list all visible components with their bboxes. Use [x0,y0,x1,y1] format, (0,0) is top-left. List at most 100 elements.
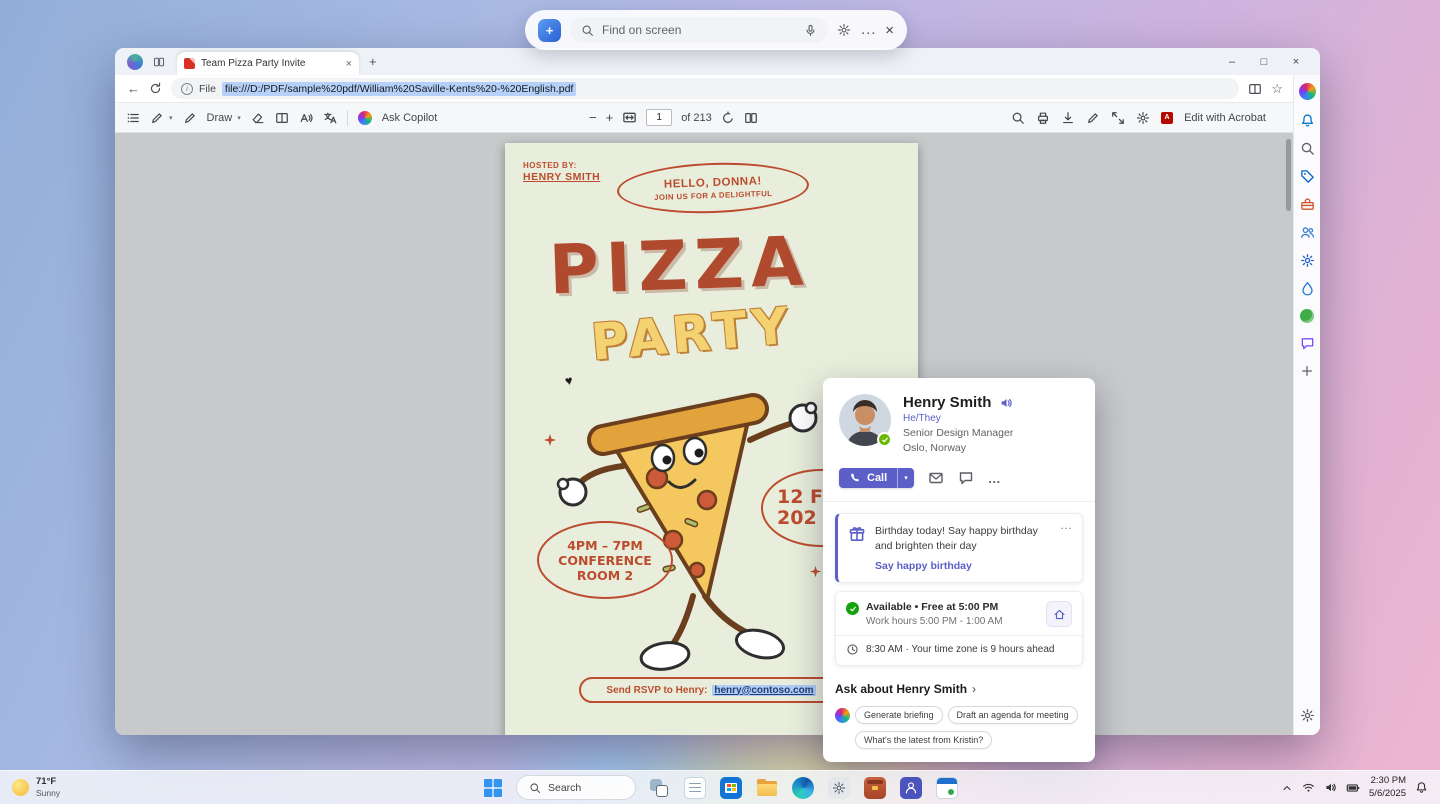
profile-identity: Henry Smith He/They Senior Design Manage… [903,394,1013,454]
eraser-icon[interactable] [251,111,265,125]
droplet-icon[interactable] [1300,281,1315,296]
messenger-icon[interactable] [1300,336,1315,351]
call-button[interactable]: Call [839,468,898,488]
start-button[interactable] [480,775,506,801]
add-sidebar-item-icon[interactable] [1300,364,1314,378]
pen-tool-icon[interactable] [150,111,164,125]
favorites-star-icon[interactable]: ☆ [1271,81,1283,97]
weather-widget[interactable]: 71°F Sunny [12,776,60,799]
sidebar-copilot-icon[interactable] [1298,83,1316,100]
zoom-out-icon[interactable]: − [589,110,597,125]
notifications-bell-icon[interactable] [1300,113,1315,128]
chat-icon[interactable] [958,470,974,486]
task-view-button[interactable] [646,775,672,801]
pronounce-name-speaker-icon[interactable] [999,396,1013,410]
notepad-button[interactable] [682,775,708,801]
search-document-icon[interactable] [1011,111,1025,125]
poster-time-badge: 4PM – 7PM CONFERENCE ROOM 2 [537,521,673,599]
page-layout-icon[interactable] [275,111,289,125]
zoom-in-icon[interactable]: + [606,110,614,125]
people-icon[interactable] [1300,225,1315,240]
shopping-tag-icon[interactable] [1300,169,1315,184]
fullscreen-icon[interactable] [1111,111,1125,125]
suggestion-chip-latest-from-kristin[interactable]: What's the latest from Kristin? [855,731,993,750]
ask-about-header[interactable]: Ask about Henry Smith › [835,682,1083,696]
microphone-icon[interactable] [804,24,817,37]
clock-time: 2:30 PM [1370,775,1406,787]
save-icon[interactable] [1061,111,1075,125]
call-label: Call [867,472,888,484]
battery-icon[interactable] [1346,781,1360,795]
minimize-button[interactable]: – [1216,48,1248,75]
call-options-icon[interactable]: ▾ [897,468,914,488]
close-window-button[interactable]: × [1280,48,1312,75]
notification-bell-icon[interactable] [1415,781,1428,794]
new-tab-button[interactable]: + [369,54,377,69]
draw-button[interactable]: Draw [207,112,233,124]
split-screen-icon[interactable] [1248,82,1262,96]
table-of-contents-icon[interactable] [126,111,140,125]
email-icon[interactable] [928,470,944,486]
edge-button[interactable] [790,775,816,801]
read-aloud-icon[interactable] [299,111,313,125]
url-text[interactable]: file:///D:/PDF/sample%20pdf/William%20Sa… [221,81,577,96]
url-field[interactable]: i File file:///D:/PDF/sample%20pdf/Willi… [171,78,1240,99]
store-button[interactable] [718,775,744,801]
refresh-icon[interactable] [149,82,162,95]
avatar[interactable] [839,394,892,447]
sidebar-settings-gear-icon[interactable] [1300,708,1315,723]
translate-icon[interactable] [323,111,337,125]
browser-profile-avatar[interactable] [127,53,143,70]
tray-chevron-up-icon[interactable] [1281,782,1293,794]
profile-more-icon[interactable]: … [988,471,1002,486]
toolbar-divider [346,109,348,126]
draw-dropdown-icon[interactable]: ▾ [237,114,241,122]
tab-close-icon[interactable]: × [346,58,352,70]
page-view-icon[interactable] [744,111,758,125]
find-close-icon[interactable]: × [885,22,894,39]
copilot-icon[interactable] [357,110,372,125]
taskbar-search-box[interactable]: Search [516,775,636,800]
rsvp-email-link[interactable]: henry@contoso.com [712,684,816,696]
work-from-home-button[interactable] [1046,601,1072,628]
find-on-screen-input[interactable]: Find on screen [570,17,829,43]
find-settings-gear-icon[interactable] [837,23,851,37]
annotate-icon[interactable] [1086,111,1100,125]
pdf-scrollbar[interactable] [1286,139,1291,211]
sidebar-search-icon[interactable] [1300,141,1315,156]
suggestion-chip-draft-agenda[interactable]: Draft an agenda for meeting [947,706,1078,725]
green-circle-icon[interactable] [1300,309,1314,323]
tools-toolbox-icon[interactable] [1300,197,1315,212]
rotate-icon[interactable] [721,111,735,125]
ask-copilot-button[interactable]: Ask Copilot [382,112,438,124]
calendar-button[interactable] [934,775,960,801]
maximize-button[interactable]: □ [1248,48,1280,75]
back-button[interactable]: ← [127,82,140,95]
highlighter-icon[interactable] [183,111,197,125]
file-explorer-button[interactable] [754,775,780,801]
suggestion-chip-generate-briefing[interactable]: Generate briefing [855,706,943,725]
print-icon[interactable] [1036,111,1050,125]
pdf-settings-gear-icon[interactable] [1136,111,1150,125]
greeting-line1: HELLO, DONNA! [663,174,762,191]
workspaces-icon[interactable] [153,56,165,68]
pdf-toolbar-center: − + of 213 [589,103,758,132]
settings-button[interactable] [826,775,852,801]
say-happy-birthday-link[interactable]: Say happy birthday [875,560,1045,572]
fit-to-width-icon[interactable] [622,110,637,125]
birthday-more-icon[interactable]: … [1060,518,1073,532]
find-more-icon[interactable]: … [860,21,876,39]
available-check-icon [846,602,859,616]
toolbox-button[interactable] [862,775,888,801]
tab-team-pizza-party-invite[interactable]: Team Pizza Party Invite × [177,52,359,75]
find-on-screen-icon[interactable]: + [538,18,561,42]
teams-button[interactable] [898,775,924,801]
pen-dropdown-icon[interactable]: ▾ [169,114,173,122]
taskbar-clock[interactable]: 2:30 PM 5/6/2025 [1369,775,1406,800]
page-number-input[interactable] [646,109,673,126]
page-info-icon[interactable]: i [181,82,193,95]
volume-icon[interactable] [1324,781,1337,794]
wifi-icon[interactable] [1302,781,1315,794]
edit-with-acrobat-button[interactable]: Edit with Acrobat [1184,112,1266,124]
apps-gear-icon[interactable] [1300,253,1315,268]
